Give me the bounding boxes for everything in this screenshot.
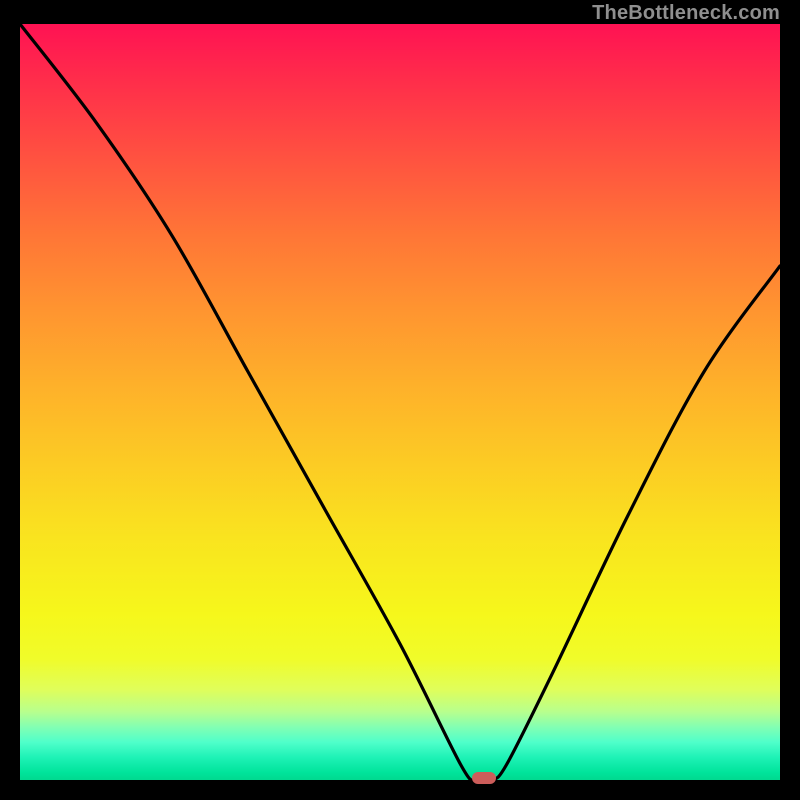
bottleneck-curve [20,24,780,780]
chart-frame: TheBottleneck.com [0,0,800,800]
plot-area [20,24,780,780]
optimum-marker [472,772,496,784]
attribution-text: TheBottleneck.com [592,2,780,25]
